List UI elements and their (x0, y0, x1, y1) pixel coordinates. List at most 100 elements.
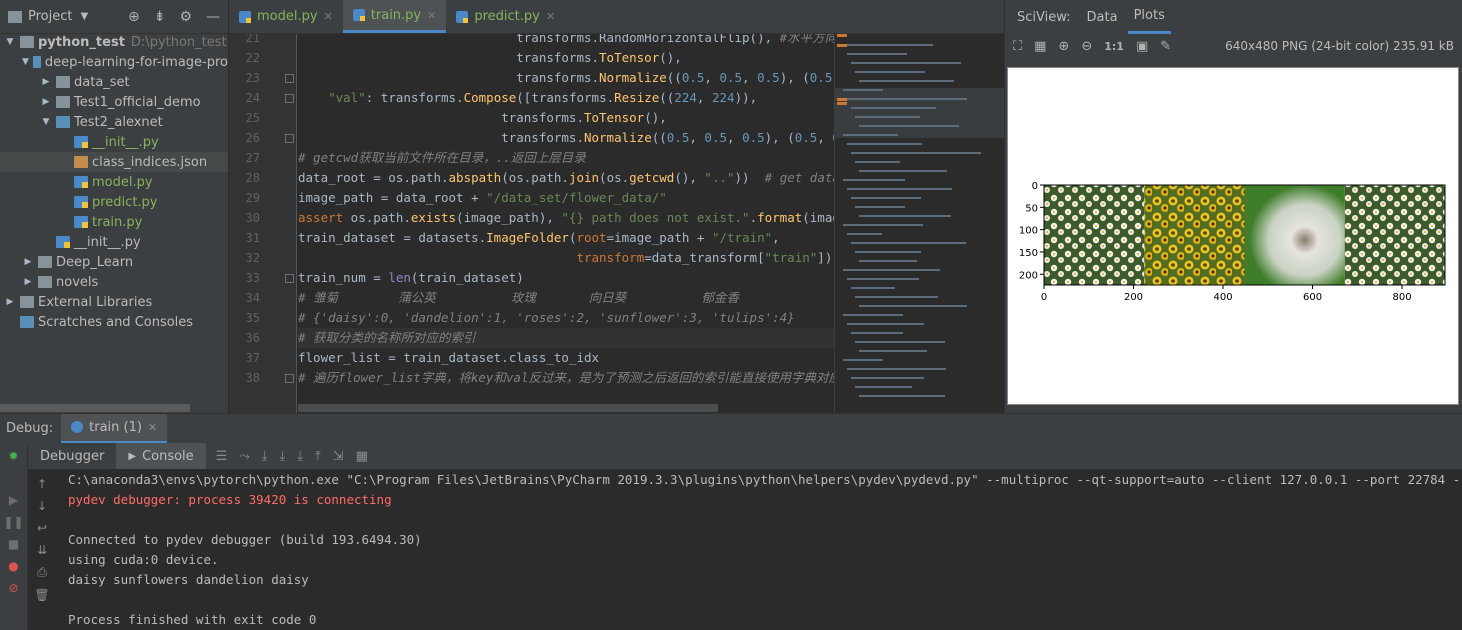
chevron-down-icon[interactable]: ▼ (80, 11, 88, 22)
tab-console[interactable]: ▶ Console (116, 443, 206, 469)
tab-debugger[interactable]: Debugger (28, 443, 116, 469)
code-line[interactable]: # 遍历flower_list字典，将key和val反过来，是为了预测之后返回的… (298, 368, 834, 388)
tree-item[interactable]: ▼ python_test D:\python_test (0, 32, 228, 52)
editor-scrollbar[interactable] (298, 404, 718, 412)
code-line[interactable]: train_num = len(train_dataset) (298, 268, 524, 288)
code-line[interactable]: flower_list = train_dataset.class_to_idx (298, 348, 599, 368)
chevron-right-icon[interactable]: ▶ (40, 97, 52, 107)
grid-icon[interactable]: ▦ (1034, 39, 1046, 54)
collapse-icon[interactable]: ⇟ (154, 9, 166, 25)
chevron-right-icon[interactable]: ▶ (22, 257, 34, 267)
code-line[interactable]: # {'daisy':0, 'dandelion':1, 'roses':2, … (298, 308, 795, 328)
code-minimap[interactable] (834, 34, 1004, 413)
soft-wrap-icon[interactable]: ↩ (37, 521, 47, 535)
tree-item[interactable]: ▶ Test1_official_demo (0, 92, 228, 112)
minimap-viewport[interactable] (835, 88, 1004, 138)
warning-marker[interactable] (837, 98, 847, 101)
code-line[interactable]: transforms.ToTensor(), (298, 48, 682, 68)
fit-icon[interactable]: ⛶ (1013, 39, 1022, 54)
tree-item[interactable]: ▼ deep-learning-for-image-pro (0, 52, 228, 72)
chevron-right-icon[interactable]: ▶ (40, 77, 52, 87)
close-icon[interactable]: ✕ (546, 10, 555, 23)
evaluate-icon[interactable]: ▦ (356, 449, 368, 464)
resume-icon[interactable]: ▶ (9, 493, 18, 507)
project-title[interactable]: Project (28, 9, 72, 24)
zoom-out-icon[interactable]: ⊖ (1081, 39, 1092, 54)
tree-item[interactable]: ▶ novels (0, 272, 228, 292)
close-icon[interactable]: ✕ (324, 10, 333, 23)
print-icon[interactable]: ⎙ (37, 565, 47, 580)
code-area[interactable]: transforms.RandomHorizontalFlip(), #水平方向… (298, 34, 834, 413)
tree-item[interactable]: ▼ Test2_alexnet (0, 112, 228, 132)
plot-canvas[interactable]: 0 50 100 150 200 0 200 400 600 800 (1007, 67, 1459, 405)
warning-marker[interactable] (837, 102, 847, 105)
tree-item[interactable]: ▶ data_set (0, 72, 228, 92)
mute-breakpoints-icon[interactable]: ⊘ (8, 581, 18, 595)
close-icon[interactable]: ✕ (148, 421, 157, 434)
warning-marker[interactable] (837, 34, 847, 37)
menu-icon[interactable]: ☰ (216, 449, 228, 464)
step-out-icon[interactable]: ⤒ (315, 449, 321, 464)
code-line[interactable]: transforms.RandomHorizontalFlip(), #水平方向 (298, 34, 834, 48)
code-line[interactable]: # getcwd获取当前文件所在目录，..返回上层目录 (298, 148, 586, 168)
code-line[interactable]: train_dataset = datasets.ImageFolder(roo… (298, 228, 780, 248)
code-line[interactable]: # 雏菊 蒲公英 玫瑰 向日葵 郁金香 (298, 288, 739, 308)
actual-size-button[interactable]: 1:1 (1104, 40, 1124, 53)
code-line[interactable]: "val": transforms.Compose([transforms.Re… (298, 88, 757, 108)
zoom-in-icon[interactable]: ⊕ (1058, 39, 1069, 54)
tree-item[interactable]: __init__.py (0, 132, 228, 152)
chevron-right-icon[interactable]: ▶ (22, 277, 34, 287)
fold-marker[interactable] (285, 374, 294, 383)
code-line[interactable]: transforms.Normalize((0.5, 0.5, 0.5), (0… (298, 128, 834, 148)
pause-icon[interactable]: ❚❚ (3, 515, 23, 529)
tree-item[interactable]: class_indices.json (0, 152, 228, 172)
eyedropper-icon[interactable]: ✎ (1160, 39, 1171, 54)
run-tab-train[interactable]: train (1) ✕ (61, 413, 168, 444)
chevron-right-icon[interactable]: ▶ (4, 297, 16, 307)
chevron-down-icon[interactable]: ▼ (22, 57, 29, 67)
tab-plots[interactable]: Plots (1127, 0, 1171, 34)
step-over-icon[interactable]: ⤓ (262, 449, 268, 464)
run-to-cursor-icon[interactable]: ⇲ (333, 449, 344, 464)
chevron-down-icon[interactable]: ▼ (4, 37, 16, 47)
code-line[interactable]: # 获取分类的名称所对应的索引 (298, 328, 834, 348)
breakpoints-icon[interactable]: ● (8, 559, 18, 573)
code-line[interactable]: image_path = data_root + "/data_set/flow… (298, 188, 667, 208)
step-into-my-code-icon[interactable]: ⤓ (297, 449, 303, 464)
arrow-up-icon[interactable]: ↑ (37, 477, 47, 491)
warning-marker[interactable] (837, 44, 847, 47)
bug-icon[interactable]: ✹ (8, 449, 18, 463)
arrow-down-icon[interactable]: ↓ (37, 499, 47, 513)
tree-item[interactable]: Scratches and Consoles (0, 312, 228, 332)
step-into-icon[interactable]: ⤓ (279, 449, 285, 464)
tree-item[interactable]: predict.py (0, 192, 228, 212)
code-line[interactable]: transform=data_transform["train"]) (298, 248, 832, 268)
fold-marker[interactable] (285, 74, 294, 83)
locate-icon[interactable]: ⊕ (128, 9, 140, 25)
fold-marker[interactable] (285, 134, 294, 143)
gear-icon[interactable]: ⚙ (179, 9, 192, 25)
tree-item[interactable]: __init__.py (0, 232, 228, 252)
show-execution-point-icon[interactable]: ⤳ (239, 449, 249, 464)
stop-icon[interactable]: ■ (8, 537, 19, 551)
editor-tab[interactable]: predict.py ✕ (446, 0, 565, 33)
tree-item[interactable]: train.py (0, 212, 228, 232)
fold-marker[interactable] (285, 274, 294, 283)
code-line[interactable]: transforms.Normalize((0.5, 0.5, 0.5), (0… (298, 68, 832, 88)
minimize-icon[interactable]: — (206, 9, 220, 25)
code-line[interactable]: data_root = os.path.abspath(os.path.join… (298, 168, 834, 188)
tree-item[interactable]: ▶ Deep_Learn (0, 252, 228, 272)
project-scrollbar[interactable] (0, 404, 190, 412)
tree-item[interactable]: model.py (0, 172, 228, 192)
close-icon[interactable]: ✕ (427, 9, 436, 22)
console-output[interactable]: C:\anaconda3\envs\pytorch\python.exe "C:… (56, 469, 1462, 630)
code-line[interactable]: transforms.ToTensor(), (298, 108, 667, 128)
scroll-to-end-icon[interactable]: ⇊ (37, 543, 47, 557)
fold-marker[interactable] (285, 94, 294, 103)
trash-icon[interactable]: 🗑 (34, 588, 49, 602)
tab-data[interactable]: Data (1081, 0, 1124, 34)
background-icon[interactable]: ▣ (1136, 39, 1148, 54)
tree-item[interactable]: ▶ External Libraries (0, 292, 228, 312)
editor-tab[interactable]: train.py ✕ (342, 0, 447, 33)
chevron-down-icon[interactable]: ▼ (40, 117, 52, 127)
